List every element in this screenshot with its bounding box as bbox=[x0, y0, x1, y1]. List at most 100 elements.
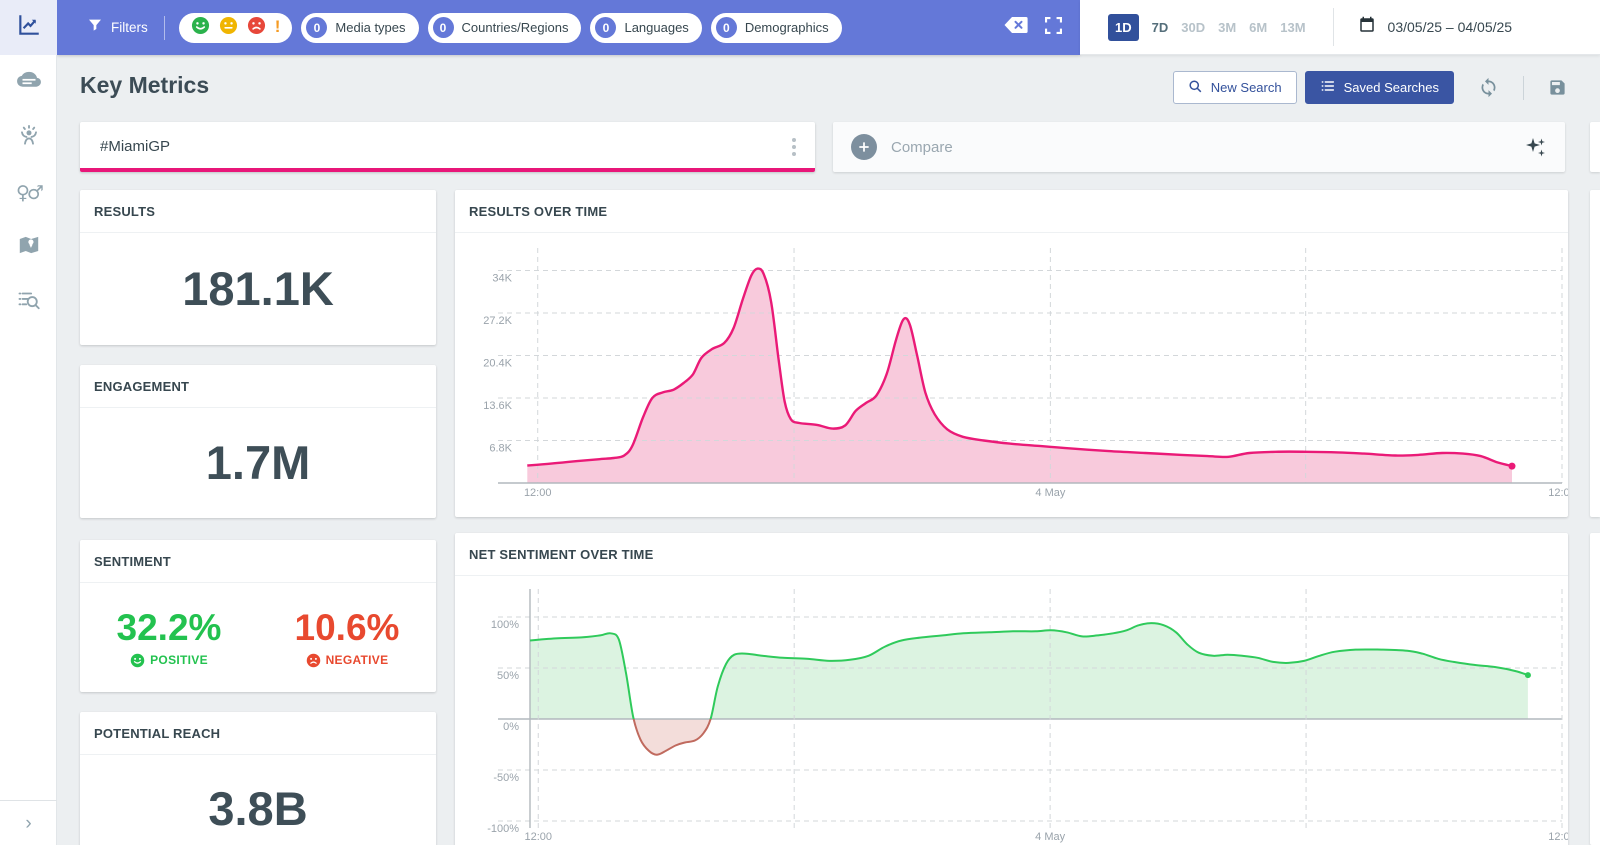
svg-text:12:00: 12:00 bbox=[524, 831, 552, 843]
filters-button[interactable]: Filters bbox=[87, 17, 148, 38]
chart-title: RESULTS OVER TIME bbox=[455, 190, 1568, 233]
filter-count-badge: 0 bbox=[716, 17, 737, 38]
range-13m[interactable]: 13M bbox=[1280, 20, 1305, 35]
reach-value: 3.8B bbox=[208, 781, 307, 836]
calendar-icon bbox=[1358, 16, 1376, 39]
results-value: 181.1K bbox=[182, 261, 334, 316]
media-types-filter-pill[interactable]: 0 Media types bbox=[301, 13, 418, 43]
countries-filter-pill[interactable]: 0 Countries/Regions bbox=[428, 13, 582, 43]
negative-value: 10.6% bbox=[295, 607, 400, 649]
add-compare-icon[interactable] bbox=[851, 134, 877, 160]
positive-face-icon[interactable] bbox=[191, 16, 210, 40]
negative-label: NEGATIVE bbox=[306, 653, 389, 668]
svg-text:-100%: -100% bbox=[487, 823, 519, 835]
saved-searches-label: Saved Searches bbox=[1344, 80, 1439, 95]
fullscreen-icon[interactable] bbox=[1043, 15, 1064, 41]
range-1d[interactable]: 1D bbox=[1108, 14, 1139, 41]
svg-text:100%: 100% bbox=[491, 619, 519, 631]
filter-bar-actions bbox=[1002, 0, 1064, 55]
positive-face-icon bbox=[130, 653, 145, 668]
save-icon[interactable] bbox=[1548, 78, 1567, 97]
card-title: RESULTS bbox=[80, 190, 436, 233]
svg-text:13.6K: 13.6K bbox=[483, 400, 512, 412]
clear-filters-icon[interactable] bbox=[1002, 15, 1028, 40]
svg-text:4 May: 4 May bbox=[1035, 831, 1065, 843]
filter-count-badge: 0 bbox=[433, 17, 454, 38]
svg-text:4 May: 4 May bbox=[1035, 487, 1065, 499]
results-over-time-chart: 6.8K13.6K20.4K27.2K34K12:004 May12:00 bbox=[455, 233, 1568, 517]
sidebar-item-demographics[interactable]: ♀♂ bbox=[0, 165, 57, 220]
search-query-card[interactable]: #MiamiGP bbox=[80, 122, 815, 172]
filter-pill-label: Media types bbox=[335, 20, 405, 35]
divider bbox=[1333, 8, 1334, 46]
range-7d[interactable]: 7D bbox=[1152, 20, 1169, 35]
engagement-card: ENGAGEMENT 1.7M bbox=[80, 365, 436, 518]
new-search-label: New Search bbox=[1211, 80, 1282, 95]
svg-text:27.2K: 27.2K bbox=[483, 315, 512, 327]
svg-text:34K: 34K bbox=[492, 273, 512, 285]
query-accent-underline bbox=[80, 168, 815, 172]
search-icon bbox=[1188, 79, 1203, 97]
sidebar-item-analytics[interactable] bbox=[0, 0, 57, 55]
compare-placeholder: Compare bbox=[891, 139, 953, 156]
filter-bar: Filters ! 0 Media types 0 Countries/Regi… bbox=[57, 0, 1080, 55]
positive-value: 32.2% bbox=[117, 607, 222, 649]
results-over-time-card: RESULTS OVER TIME 6.8K 13.6K 20.4K 27.2K 34K… bbox=[455, 190, 1568, 517]
languages-filter-pill[interactable]: 0 Languages bbox=[590, 13, 701, 43]
line-chart-icon bbox=[16, 12, 42, 43]
results-card: RESULTS 181.1K bbox=[80, 190, 436, 345]
alert-icon[interactable]: ! bbox=[275, 18, 281, 35]
sidebar-item-word-cloud[interactable] bbox=[0, 55, 57, 110]
filter-count-badge: 0 bbox=[595, 17, 616, 38]
positive-label: POSITIVE bbox=[130, 653, 208, 668]
filter-pill-label: Demographics bbox=[745, 20, 829, 35]
svg-text:6.8K: 6.8K bbox=[489, 443, 512, 455]
key-metrics-dashboard: ♀♂ › Filters bbox=[0, 0, 1600, 845]
engagement-value: 1.7M bbox=[206, 435, 311, 490]
search-query-input[interactable]: #MiamiGP bbox=[100, 138, 170, 155]
card-title: ENGAGEMENT bbox=[80, 365, 436, 408]
compare-card[interactable]: Compare bbox=[833, 122, 1565, 172]
divider bbox=[164, 16, 165, 40]
sentiment-filter-pill[interactable]: ! bbox=[179, 13, 293, 43]
range-3m[interactable]: 3M bbox=[1218, 20, 1236, 35]
saved-searches-button[interactable]: Saved Searches bbox=[1305, 71, 1454, 104]
query-menu-kebab-icon[interactable] bbox=[783, 132, 805, 162]
sidebar-item-influencers[interactable] bbox=[0, 110, 57, 165]
filter-count-badge: 0 bbox=[306, 17, 327, 38]
divider bbox=[1523, 76, 1524, 100]
offscreen-card-edge bbox=[1590, 533, 1600, 845]
refresh-icon[interactable] bbox=[1478, 77, 1499, 98]
negative-face-icon[interactable] bbox=[247, 16, 266, 40]
offscreen-card-edge bbox=[1590, 122, 1600, 172]
page-title: Key Metrics bbox=[80, 72, 209, 99]
header-actions: New Search Saved Searches bbox=[1173, 71, 1567, 104]
chart-title: NET SENTIMENT OVER TIME bbox=[455, 533, 1568, 576]
potential-reach-card: POTENTIAL REACH 3.8B bbox=[80, 712, 436, 845]
influencer-icon bbox=[16, 122, 42, 153]
card-title: SENTIMENT bbox=[80, 540, 436, 583]
search-list-icon bbox=[16, 287, 42, 318]
word-cloud-icon bbox=[16, 67, 42, 98]
sidebar-item-world-map[interactable] bbox=[0, 220, 57, 275]
date-range-picker[interactable]: 03/05/25 – 04/05/25 bbox=[1358, 16, 1513, 39]
map-icon bbox=[16, 232, 42, 263]
date-range-text: 03/05/25 – 04/05/25 bbox=[1388, 19, 1513, 35]
neutral-face-icon[interactable] bbox=[219, 16, 238, 40]
sidebar-footer: › bbox=[0, 800, 57, 845]
negative-face-icon bbox=[306, 653, 321, 668]
funnel-icon bbox=[87, 17, 103, 38]
range-30d[interactable]: 30D bbox=[1181, 20, 1205, 35]
time-range-bar: 1D 7D 30D 3M 6M 13M 03/05/25 – 04/05/25 bbox=[1080, 0, 1600, 55]
negative-sentiment: 10.6% NEGATIVE bbox=[258, 583, 436, 691]
offscreen-card-edge bbox=[1590, 190, 1600, 517]
expand-sidebar-chevron[interactable]: › bbox=[25, 814, 31, 833]
svg-text:20.4K: 20.4K bbox=[483, 358, 512, 370]
range-6m[interactable]: 6M bbox=[1249, 20, 1267, 35]
demographics-filter-pill[interactable]: 0 Demographics bbox=[711, 13, 842, 43]
new-search-button[interactable]: New Search bbox=[1173, 71, 1297, 104]
sidebar-item-results-search[interactable] bbox=[0, 275, 57, 330]
ai-sparkles-icon[interactable] bbox=[1523, 135, 1547, 164]
list-icon bbox=[1320, 78, 1336, 97]
svg-text:12:00: 12:00 bbox=[1548, 831, 1568, 843]
